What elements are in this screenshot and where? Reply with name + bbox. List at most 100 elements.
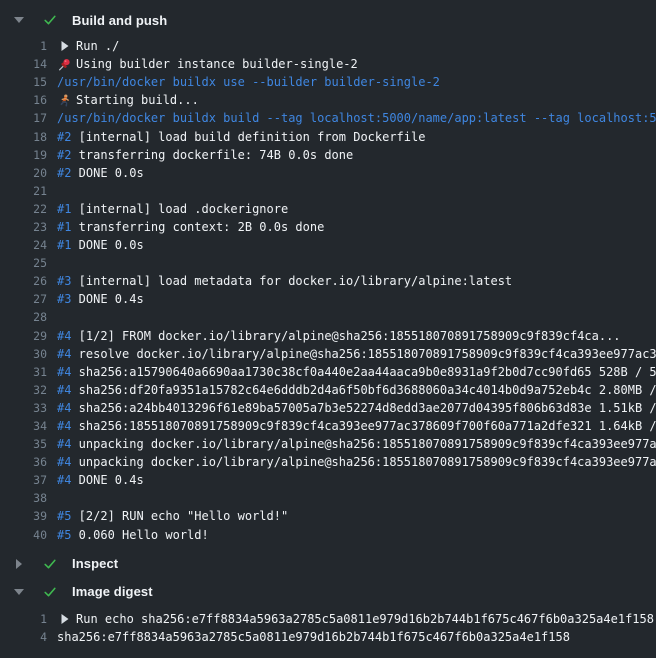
line-number[interactable]: 23	[0, 220, 47, 234]
log-line: 37 #4 DONE 0.4s	[0, 471, 656, 489]
line-command-text: #3	[57, 292, 71, 306]
section-header-image-digest[interactable]: Image digest	[0, 582, 656, 602]
line-content: #3 [internal] load metadata for docker.i…	[57, 274, 656, 288]
log-line: 4 sha256:e7ff8834a5963a2785c5a0811e979d1…	[0, 628, 656, 646]
log-line: 1 Run echo sha256:e7ff8834a5963a2785c5a0…	[0, 610, 656, 628]
line-number[interactable]: 33	[0, 401, 47, 415]
line-content: #4 unpacking docker.io/library/alpine@sh…	[57, 455, 656, 469]
section-title: Image digest	[72, 584, 153, 599]
section-header-inspect[interactable]: Inspect	[0, 554, 656, 574]
line-text: DONE 0.4s	[71, 473, 143, 487]
check-icon	[43, 557, 57, 571]
line-text: Starting build...	[76, 93, 199, 107]
expand-toggle[interactable]	[13, 589, 25, 595]
line-number[interactable]: 25	[0, 256, 47, 270]
line-content: /usr/bin/docker buildx use --builder bui…	[57, 75, 656, 89]
chevron-down-icon	[14, 589, 24, 595]
line-number[interactable]: 15	[0, 75, 47, 89]
log-line: 24 #1 DONE 0.0s	[0, 236, 656, 254]
section-header-build-and-push[interactable]: Build and push	[0, 10, 656, 30]
line-command-text: #2	[57, 148, 71, 162]
log-line: 36 #4 unpacking docker.io/library/alpine…	[0, 453, 656, 471]
log-line: 18 #2 [internal] load build definition f…	[0, 127, 656, 145]
line-text: transferring dockerfile: 74B 0.0s done	[71, 148, 353, 162]
log-line: 29 #4 [1/2] FROM docker.io/library/alpin…	[0, 327, 656, 345]
line-number[interactable]: 26	[0, 274, 47, 288]
line-text: sha256:a24bb4013296f61e89ba57005a7b3e522…	[71, 401, 656, 415]
run-expander-icon-slot	[57, 612, 71, 626]
line-text: [2/2] RUN echo "Hello world!"	[71, 509, 288, 523]
section-image-digest: Image digest 1 Run echo sha256:e7ff8834a…	[0, 582, 656, 646]
log-line: 21	[0, 182, 656, 200]
line-command-text: #1	[57, 202, 71, 216]
line-command-text: #5	[57, 528, 71, 542]
runner-icon-slot	[57, 93, 71, 107]
line-number[interactable]: 17	[0, 111, 47, 125]
line-text: 0.060 Hello world!	[71, 528, 208, 542]
line-content: Starting build...	[57, 93, 656, 107]
log-line: 25	[0, 254, 656, 272]
line-number[interactable]: 36	[0, 455, 47, 469]
section-title: Inspect	[72, 556, 118, 571]
line-number[interactable]: 38	[0, 491, 47, 505]
pushpin-icon	[58, 58, 71, 71]
line-number[interactable]: 24	[0, 238, 47, 252]
log-line: 1 Run ./	[0, 37, 656, 55]
line-number[interactable]: 30	[0, 347, 47, 361]
line-command-text: #2	[57, 130, 71, 144]
line-command-text: #4	[57, 473, 71, 487]
line-number[interactable]: 1	[0, 612, 47, 626]
line-number[interactable]: 21	[0, 184, 47, 198]
line-number[interactable]: 31	[0, 365, 47, 379]
line-number[interactable]: 20	[0, 166, 47, 180]
line-number[interactable]: 32	[0, 383, 47, 397]
line-text: [1/2] FROM docker.io/library/alpine@sha2…	[71, 329, 620, 343]
run-expander-icon	[60, 614, 69, 624]
log-line: 26 #3 [internal] load metadata for docke…	[0, 272, 656, 290]
line-number[interactable]: 27	[0, 292, 47, 306]
runner-icon	[58, 94, 71, 107]
check-icon	[43, 13, 57, 27]
line-text: DONE 0.0s	[71, 166, 143, 180]
log-line: 17 /usr/bin/docker buildx build --tag lo…	[0, 109, 656, 127]
line-text: sha256:e7ff8834a5963a2785c5a0811e979d16b…	[57, 630, 570, 644]
line-number[interactable]: 22	[0, 202, 47, 216]
line-text: [internal] load metadata for docker.io/l…	[71, 274, 512, 288]
line-content: #4 sha256:a15790640a6690aa1730c38cf0a440…	[57, 365, 656, 379]
log-lines: 1 Run ./ 14 Using builder instance build…	[0, 37, 656, 544]
line-content: Run echo sha256:e7ff8834a5963a2785c5a081…	[57, 612, 656, 626]
log-line: 22 #1 [internal] load .dockerignore	[0, 200, 656, 218]
line-number[interactable]: 39	[0, 509, 47, 523]
line-text: [internal] load build definition from Do…	[71, 130, 425, 144]
line-command-text: #5	[57, 509, 71, 523]
line-number[interactable]: 37	[0, 473, 47, 487]
line-number[interactable]: 18	[0, 130, 47, 144]
line-content: #4 [1/2] FROM docker.io/library/alpine@s…	[57, 329, 656, 343]
line-number[interactable]: 16	[0, 93, 47, 107]
line-command-text: /usr/bin/docker buildx build --tag local…	[57, 111, 656, 125]
expand-toggle[interactable]	[13, 559, 25, 569]
line-number[interactable]: 34	[0, 419, 47, 433]
line-content: sha256:e7ff8834a5963a2785c5a0811e979d16b…	[57, 630, 656, 644]
line-command-text: #4	[57, 347, 71, 361]
line-number[interactable]: 4	[0, 630, 47, 644]
line-number[interactable]: 40	[0, 528, 47, 542]
expand-toggle[interactable]	[13, 17, 25, 23]
line-command-text: #4	[57, 455, 71, 469]
workflow-log-viewer: Build and push 1 Run ./ 14 Using builder…	[0, 0, 656, 646]
log-line: 14 Using builder instance builder-single…	[0, 55, 656, 73]
line-number[interactable]: 35	[0, 437, 47, 451]
log-line: 34 #4 sha256:185518070891758909c9f839cf4…	[0, 417, 656, 435]
line-content: #2 DONE 0.0s	[57, 166, 656, 180]
line-number[interactable]: 28	[0, 310, 47, 324]
line-content: #1 transferring context: 2B 0.0s done	[57, 220, 656, 234]
section-build-and-push: Build and push 1 Run ./ 14 Using builder…	[0, 10, 656, 544]
line-command-text: #1	[57, 238, 71, 252]
log-line: 35 #4 unpacking docker.io/library/alpine…	[0, 435, 656, 453]
line-number[interactable]: 1	[0, 39, 47, 53]
line-number[interactable]: 19	[0, 148, 47, 162]
line-content: #2 transferring dockerfile: 74B 0.0s don…	[57, 148, 656, 162]
line-number[interactable]: 14	[0, 57, 47, 71]
line-number[interactable]: 29	[0, 329, 47, 343]
line-command-text: #2	[57, 166, 71, 180]
